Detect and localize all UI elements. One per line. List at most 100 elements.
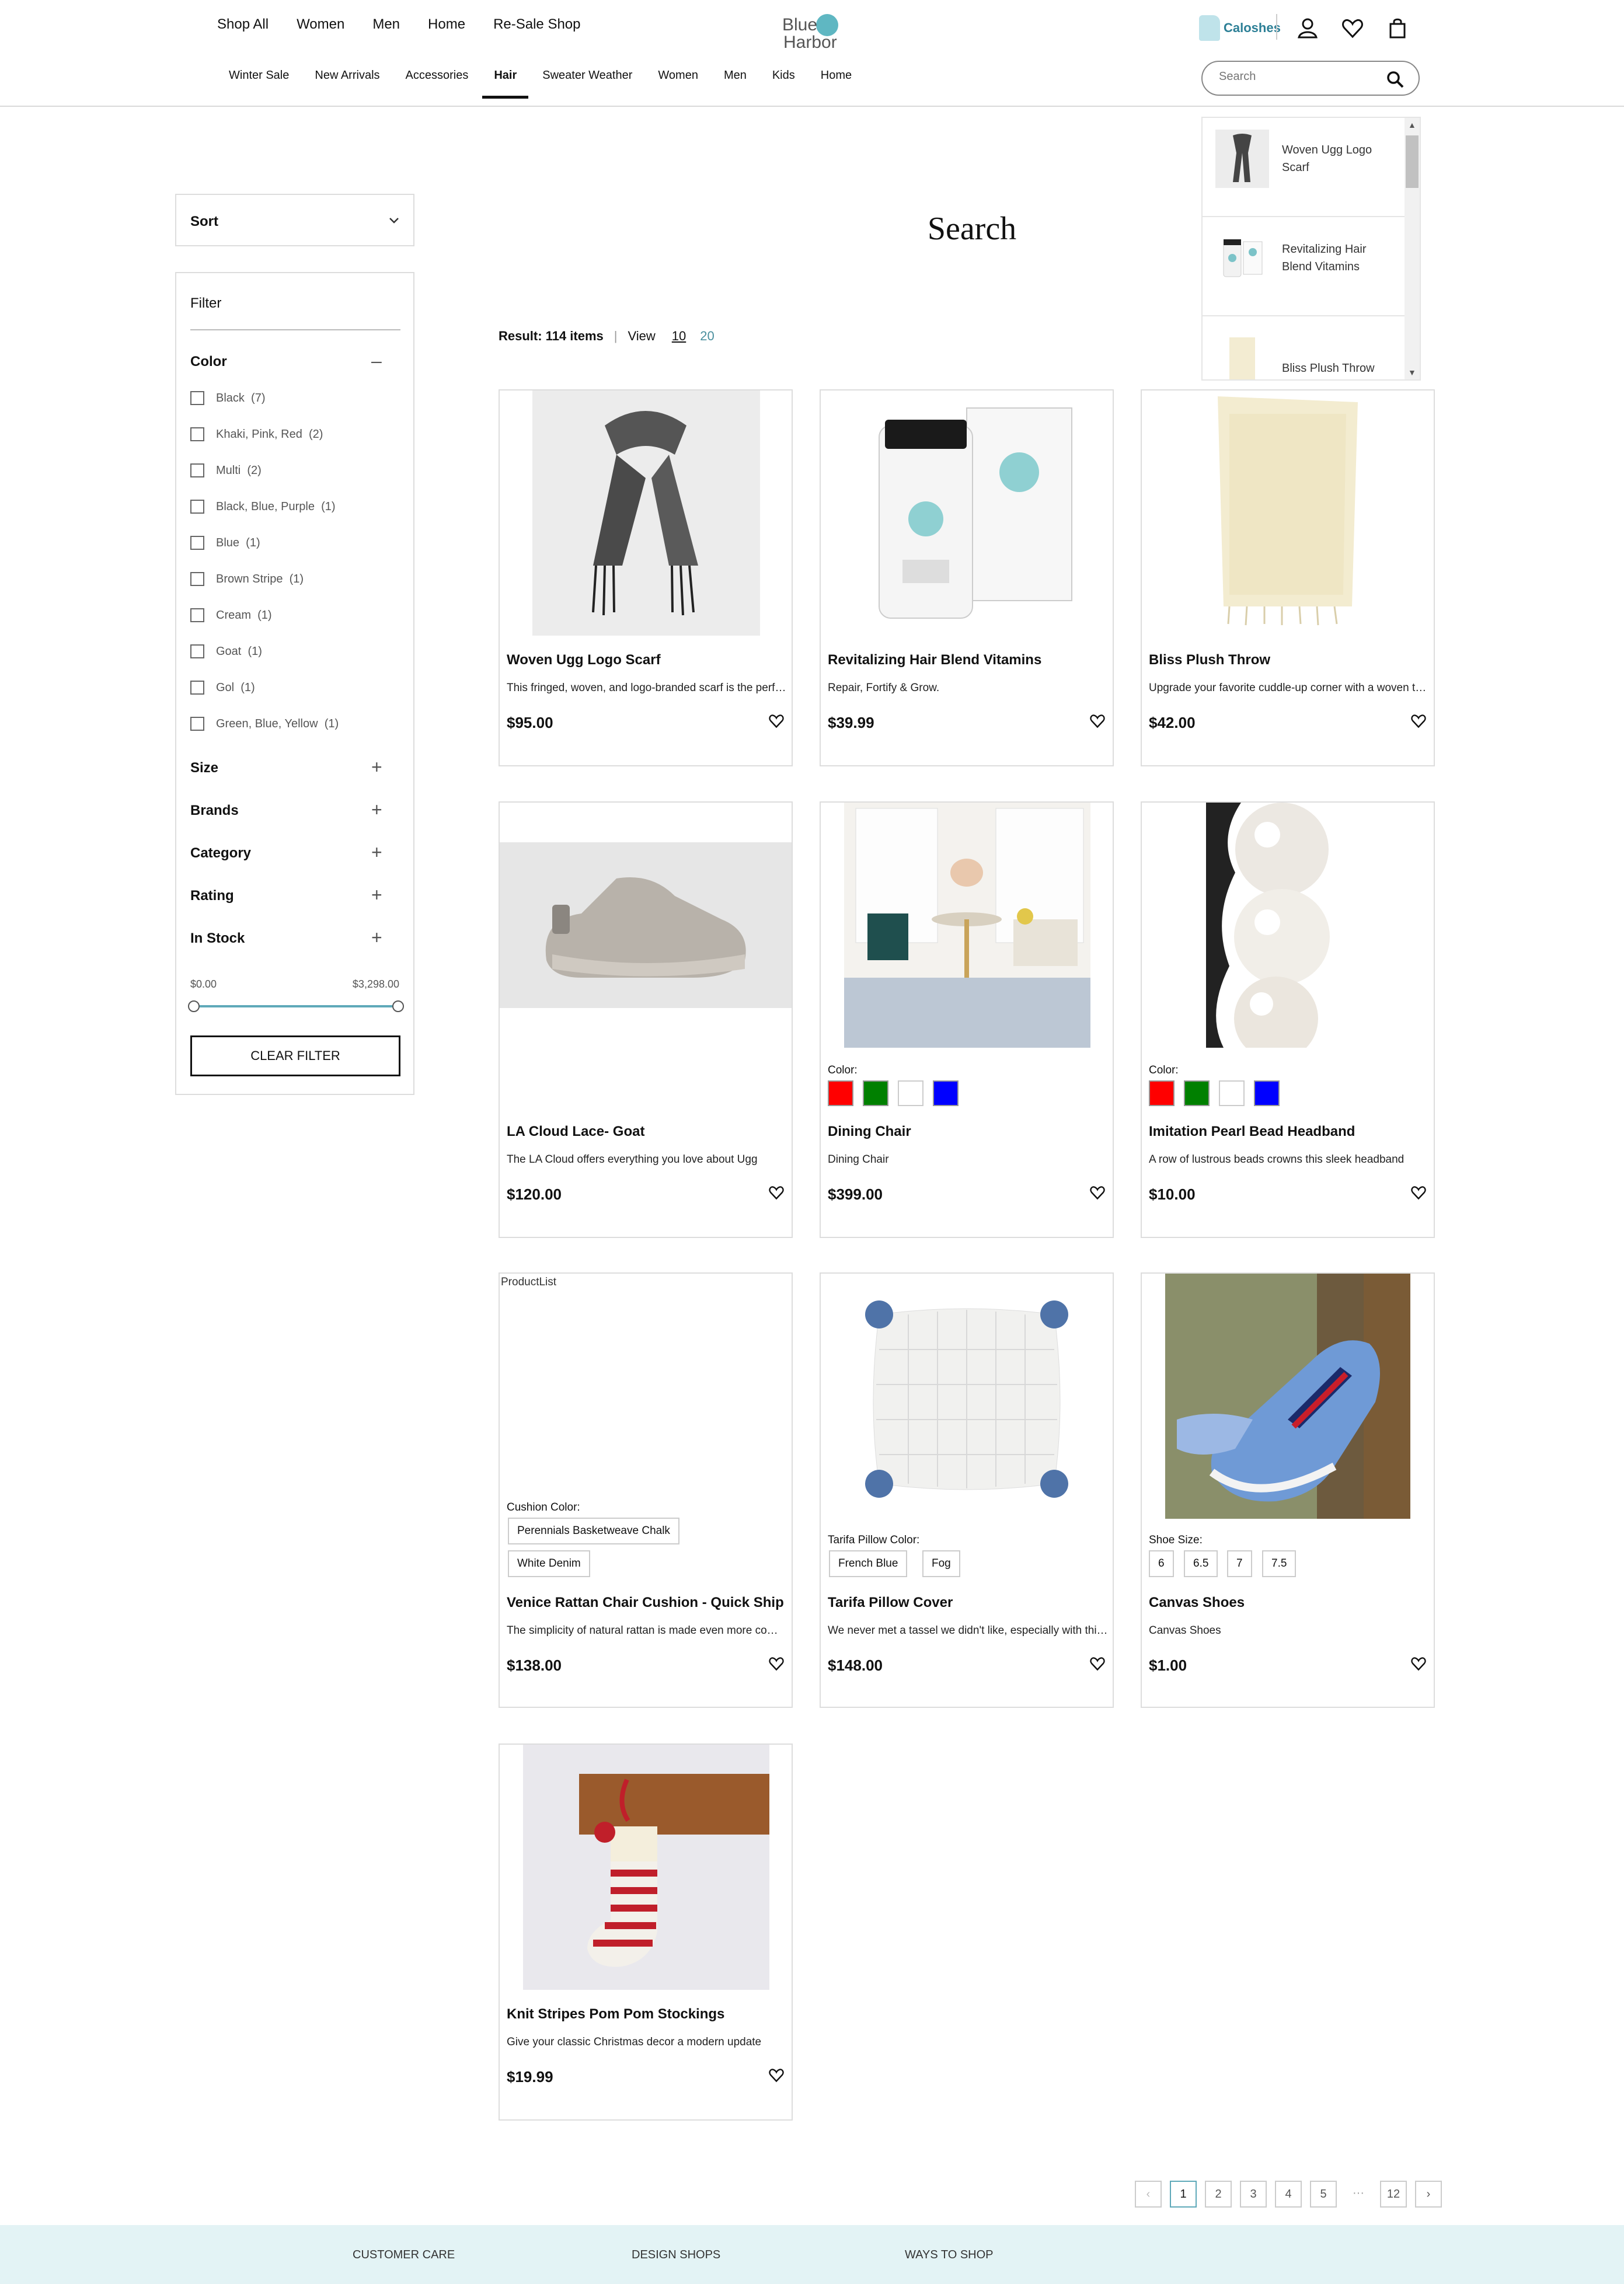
category-section-title[interactable]: Category xyxy=(190,845,251,862)
color-swatch-red[interactable] xyxy=(828,1080,853,1106)
color-swatch-blue[interactable] xyxy=(933,1080,959,1106)
color-swatch-blue[interactable] xyxy=(1254,1080,1280,1106)
color-option[interactable]: Blue (1) xyxy=(190,536,260,550)
in-stock-section-title[interactable]: In Stock xyxy=(190,930,245,947)
color-swatch-white[interactable] xyxy=(1219,1080,1245,1106)
wishlist-heart-icon[interactable] xyxy=(1089,713,1106,729)
product-name[interactable]: Revitalizing Hair Blend Vitamins xyxy=(828,652,1041,668)
pagination-page[interactable]: 2 xyxy=(1205,2181,1232,2208)
pillow-color-option[interactable]: French Blue xyxy=(829,1550,908,1577)
color-option[interactable]: Cream (1) xyxy=(190,608,272,622)
color-option[interactable]: Goat (1) xyxy=(190,644,262,658)
cart-icon[interactable] xyxy=(1386,16,1409,40)
product-card[interactable]: Knit Stripes Pom Pom Stockings Give your… xyxy=(499,1743,793,2121)
expand-icon[interactable]: + xyxy=(371,885,382,904)
cushion-color-option[interactable]: Perennials Basketweave Chalk xyxy=(508,1518,679,1544)
product-card[interactable]: Tarifa Pillow Color: French Blue Fog Tar… xyxy=(820,1272,1114,1708)
color-option[interactable]: Gol (1) xyxy=(190,681,255,695)
price-range-slider[interactable] xyxy=(188,1000,404,1012)
checkbox[interactable] xyxy=(190,681,204,695)
account-icon[interactable] xyxy=(1296,16,1319,40)
wishlist-heart-icon[interactable] xyxy=(1410,1184,1427,1201)
product-name[interactable]: Venice Rattan Chair Cushion - Quick Ship xyxy=(507,1595,784,1611)
product-image[interactable] xyxy=(500,390,792,636)
color-swatch-green[interactable] xyxy=(863,1080,888,1106)
color-swatch-red[interactable] xyxy=(1149,1080,1175,1106)
subnav-kids[interactable]: Kids xyxy=(772,69,795,82)
brands-section-title[interactable]: Brands xyxy=(190,803,239,819)
clear-filter-button[interactable]: CLEAR FILTER xyxy=(190,1035,400,1076)
wishlist-icon[interactable] xyxy=(1341,16,1364,40)
wishlist-heart-icon[interactable] xyxy=(768,713,785,729)
color-swatch-green[interactable] xyxy=(1184,1080,1210,1106)
checkbox[interactable] xyxy=(190,644,204,658)
color-swatch-white[interactable] xyxy=(898,1080,923,1106)
subnav-winter-sale[interactable]: Winter Sale xyxy=(229,69,289,82)
pagination-page-last[interactable]: 12 xyxy=(1380,2181,1407,2208)
suggestion-item[interactable]: Revitalizing Hair Blend Vitamins xyxy=(1203,217,1407,316)
subnav-men[interactable]: Men xyxy=(724,69,747,82)
color-option[interactable]: Black, Blue, Purple (1) xyxy=(190,500,336,514)
checkbox[interactable] xyxy=(190,608,204,622)
subnav-accessories[interactable]: Accessories xyxy=(406,69,469,82)
expand-icon[interactable]: + xyxy=(371,843,382,862)
search-icon[interactable] xyxy=(1386,70,1405,89)
view-option-20[interactable]: 20 xyxy=(700,329,714,344)
shoe-size-option[interactable]: 7 xyxy=(1227,1550,1252,1577)
product-image[interactable] xyxy=(821,1274,1113,1519)
site-logo[interactable]: Blue Harbor xyxy=(782,13,846,52)
scroll-down-icon[interactable]: ▼ xyxy=(1408,368,1416,377)
price-max-handle[interactable] xyxy=(392,1000,404,1012)
product-card[interactable]: Bliss Plush Throw Upgrade your favorite … xyxy=(1141,389,1435,766)
product-name[interactable]: Knit Stripes Pom Pom Stockings xyxy=(507,2006,724,2023)
product-card[interactable]: Woven Ugg Logo Scarf This fringed, woven… xyxy=(499,389,793,766)
product-image[interactable] xyxy=(1142,803,1434,1048)
wishlist-heart-icon[interactable] xyxy=(1089,1655,1106,1672)
pillow-color-option[interactable]: Fog xyxy=(922,1550,960,1577)
footer-design-shops[interactable]: DESIGN SHOPS xyxy=(632,2248,720,2262)
suggestion-item[interactable]: Bliss Plush Throw xyxy=(1203,316,1407,379)
product-image[interactable] xyxy=(500,1745,792,1990)
product-name[interactable]: Imitation Pearl Bead Headband xyxy=(1149,1124,1355,1140)
shoe-size-option[interactable]: 6.5 xyxy=(1184,1550,1218,1577)
sort-dropdown[interactable]: Sort xyxy=(175,194,414,246)
pagination-page[interactable]: 4 xyxy=(1275,2181,1302,2208)
wishlist-heart-icon[interactable] xyxy=(768,1184,785,1201)
footer-ways-to-shop[interactable]: WAYS TO SHOP xyxy=(905,2248,994,2262)
nav-shop-all[interactable]: Shop All xyxy=(217,16,269,33)
cushion-color-option[interactable]: White Denim xyxy=(508,1550,590,1577)
product-image[interactable] xyxy=(821,390,1113,636)
color-section-title[interactable]: Color xyxy=(190,354,227,370)
product-card[interactable]: Shoe Size: 6 6.5 7 7.5 Canvas Shoes Canv… xyxy=(1141,1272,1435,1708)
subnav-home[interactable]: Home xyxy=(821,69,852,82)
product-card[interactable]: Revitalizing Hair Blend Vitamins Repair,… xyxy=(820,389,1114,766)
shoe-size-option[interactable]: 7.5 xyxy=(1262,1550,1297,1577)
product-name[interactable]: Woven Ugg Logo Scarf xyxy=(507,652,661,668)
product-image[interactable] xyxy=(1142,390,1434,636)
product-card[interactable]: ProductList Cushion Color: Perennials Ba… xyxy=(499,1272,793,1708)
color-option[interactable]: Brown Stripe (1) xyxy=(190,572,304,586)
checkbox[interactable] xyxy=(190,463,204,477)
checkbox[interactable] xyxy=(190,572,204,586)
search-input[interactable] xyxy=(1219,70,1382,83)
subnav-sweater-weather[interactable]: Sweater Weather xyxy=(542,69,632,82)
pagination-page[interactable]: 3 xyxy=(1240,2181,1267,2208)
product-name[interactable]: Canvas Shoes xyxy=(1149,1595,1245,1611)
footer-customer-care[interactable]: CUSTOMER CARE xyxy=(353,2248,455,2262)
checkbox[interactable] xyxy=(190,391,204,405)
pagination-prev-button[interactable]: ‹ xyxy=(1135,2181,1162,2208)
suggestion-item[interactable]: Woven Ugg Logo Scarf xyxy=(1203,118,1407,217)
product-name[interactable]: Bliss Plush Throw xyxy=(1149,652,1270,668)
product-card[interactable]: Color: Imitation Pearl Bead Headband A r… xyxy=(1141,801,1435,1238)
product-image[interactable] xyxy=(1142,1274,1434,1519)
wishlist-heart-icon[interactable] xyxy=(1410,713,1427,729)
scrollbar-thumb[interactable] xyxy=(1406,135,1419,188)
product-name[interactable]: LA Cloud Lace- Goat xyxy=(507,1124,644,1140)
product-name[interactable]: Tarifa Pillow Cover xyxy=(828,1595,953,1611)
color-option[interactable]: Green, Blue, Yellow (1) xyxy=(190,717,339,731)
product-card[interactable]: Color: Dining Chair Dining Chair $399.00 xyxy=(820,801,1114,1238)
expand-icon[interactable]: + xyxy=(371,758,382,776)
shoe-size-option[interactable]: 6 xyxy=(1149,1550,1174,1577)
checkbox[interactable] xyxy=(190,500,204,514)
color-option[interactable]: Khaki, Pink, Red (2) xyxy=(190,427,323,441)
